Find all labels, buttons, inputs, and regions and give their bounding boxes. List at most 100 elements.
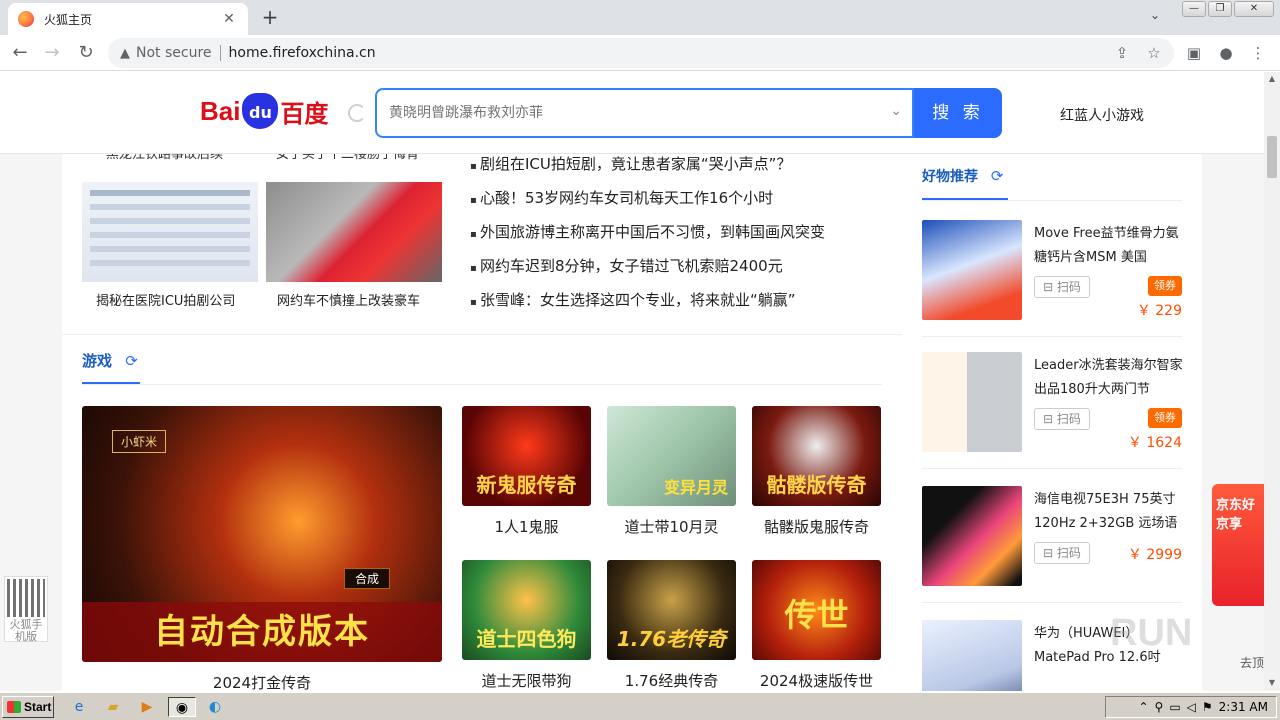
featured-game-caption[interactable]: 2024打金传奇 [82, 672, 442, 691]
back-arrow-icon[interactable]: ← [8, 41, 32, 65]
coupon-badge[interactable]: 领券 [1148, 276, 1182, 296]
bookmark-star-icon[interactable]: ☆ [1142, 41, 1166, 65]
edge-icon[interactable]: ◐ [204, 697, 226, 717]
search-box[interactable]: ⌄ [375, 88, 914, 138]
product-card[interactable]: Leader冰洗套装海尔智家出品180升大两门节 ⊟ 扫码 领券 ￥ 1624 [922, 352, 1184, 452]
refresh-icon[interactable]: ⟳ [991, 167, 1004, 185]
scan-qr-button[interactable]: ⊟ 扫码 [1034, 408, 1090, 430]
game-thumb[interactable]: 骷髅版传奇 [752, 406, 881, 506]
game-badge: 小虾米 [112, 430, 167, 453]
coupon-badge[interactable]: 领券 [1148, 408, 1182, 428]
scrollbar-thumb[interactable] [1267, 136, 1277, 178]
games-section-title: 游戏 ⟳ [82, 350, 138, 371]
omnibox-divider [219, 45, 221, 61]
mobile-qr-code[interactable]: 火狐手机版 [4, 576, 48, 643]
product-image[interactable] [922, 620, 1022, 691]
headline-item[interactable]: 网约车迟到8分钟，女子错过飞机索赔2400元 [470, 256, 825, 290]
jd-floating-ad[interactable]: 京东好京享 [1212, 484, 1264, 606]
back-to-top-button[interactable]: 去顶 [1240, 654, 1264, 671]
folder-icon[interactable]: ▰ [102, 697, 124, 717]
forward-arrow-icon[interactable]: → [40, 41, 64, 65]
product-name[interactable]: Leader冰洗套装海尔智家出品180升大两门节 [1034, 354, 1184, 402]
recommend-rule [922, 200, 1182, 201]
chevron-up-icon[interactable]: ⌃ [1138, 700, 1148, 714]
ie-icon[interactable]: e [68, 697, 90, 717]
address-bar[interactable]: ▲ Not secure home.firefoxchina.cn ⇪ ☆ [108, 38, 1174, 68]
product-divider [922, 602, 1182, 603]
game-caption[interactable]: 1.76经典传奇 [607, 670, 736, 691]
news-image-icu[interactable] [82, 182, 258, 282]
recommend-title: 好物推荐 ⟳ [922, 166, 1003, 186]
flag-icon[interactable]: ⚑ [1202, 700, 1213, 714]
scan-qr-button[interactable]: ⊟ 扫码 [1034, 276, 1090, 298]
product-card[interactable]: 海信电视75E3H 75英寸 120Hz 2+32GB 远场语 ⊟ 扫码 ￥ 2… [922, 486, 1184, 586]
search-input[interactable] [389, 105, 859, 121]
browser-menu-icon[interactable]: ⋮ [1246, 41, 1270, 65]
media-player-icon[interactable]: ▶ [136, 697, 158, 717]
product-name[interactable]: Move Free益节维骨力氨糖钙片含MSM 美国 [1034, 222, 1184, 270]
logo-bai: Bai [200, 95, 241, 126]
headline-item[interactable]: 剧组在ICU拍短剧，竟让患者家属“哭小声点”？ [470, 154, 825, 188]
hot-search-link[interactable]: 红蓝人小游戏 [1060, 105, 1144, 125]
headline-item[interactable]: 外国旅游博主称离开中国后不习惯，到韩国画风突变 [470, 222, 825, 256]
featured-game-banner[interactable]: 小虾米 合成 自动合成版本 [82, 406, 442, 662]
baidu-logo[interactable]: Bai du 百度 [200, 88, 328, 134]
page-viewport: Bai du 百度 ⌄ 搜 索 红蓝人小游戏 黑龙江铁路事故后续 女子买了个二楼… [0, 72, 1264, 691]
game-thumb[interactable]: 传世 [752, 560, 881, 660]
game-thumb[interactable]: 新鬼服传奇 [462, 406, 591, 506]
browser-toolbar: ← → ↻ ▲ Not secure home.firefoxchina.cn … [0, 35, 1280, 71]
product-image[interactable] [922, 486, 1022, 586]
maximize-button[interactable]: ❐ [1208, 1, 1232, 17]
search-button[interactable]: 搜 索 [914, 88, 1002, 138]
share-icon[interactable]: ⇪ [1110, 41, 1134, 65]
headline-item[interactable]: 心酸！53岁网约车女司机每天工作16个小时 [470, 188, 825, 222]
scan-qr-button[interactable]: ⊟ 扫码 [1034, 542, 1090, 564]
game-thumb[interactable]: 1.76老传奇 [607, 560, 736, 660]
refresh-icon[interactable]: ⟳ [125, 352, 138, 370]
news-caption[interactable]: 揭秘在医院ICU拍剧公司 [96, 290, 286, 309]
search-header: Bai du 百度 ⌄ 搜 索 红蓝人小游戏 [0, 72, 1264, 154]
product-divider [922, 336, 1182, 337]
game-thumb[interactable]: 道士四色狗 [462, 560, 591, 660]
url-text[interactable]: home.firefoxchina.cn [229, 45, 376, 61]
clock[interactable]: 2:31 AM [1219, 700, 1268, 714]
headline-list: 剧组在ICU拍短剧，竟让患者家属“哭小声点”？ 心酸！53岁网约车女司机每天工作… [470, 154, 825, 324]
product-card[interactable]: Move Free益节维骨力氨糖钙片含MSM 美国 ⊟ 扫码 领券 ￥ 229 [922, 220, 1184, 320]
product-image[interactable] [922, 220, 1022, 320]
game-caption[interactable]: 道士无限带狗 [462, 670, 591, 691]
product-image[interactable] [922, 352, 1022, 452]
profile-avatar-icon[interactable]: ● [1214, 41, 1238, 65]
game-caption[interactable]: 2024极速版传世 [752, 670, 881, 691]
new-tab-button[interactable]: + [258, 5, 282, 29]
security-label[interactable]: Not secure [136, 45, 212, 61]
reload-icon[interactable]: ↻ [74, 41, 98, 65]
tab-active[interactable]: 火狐主页 ✕ [8, 3, 248, 35]
tab-close-icon[interactable]: ✕ [220, 11, 238, 27]
side-panel-icon[interactable]: ▣ [1182, 41, 1206, 65]
tab-search-icon[interactable]: ⌄ [1150, 8, 1160, 22]
chevron-down-icon[interactable]: ⌄ [890, 103, 902, 119]
scroll-down-icon[interactable]: ▼ [1264, 678, 1280, 687]
usb-icon[interactable]: ⚲ [1155, 700, 1164, 714]
chrome-icon[interactable]: ◉ [168, 697, 196, 717]
minimize-button[interactable]: — [1182, 1, 1206, 17]
news-caption[interactable]: 网约车不慎撞上改装豪车 [277, 290, 467, 309]
game-caption[interactable]: 1人1鬼服 [462, 516, 591, 537]
firefox-favicon-icon [18, 11, 34, 27]
volume-icon[interactable]: ◁ [1187, 700, 1196, 714]
start-button[interactable]: Start [2, 696, 54, 718]
headline-item[interactable]: 张雪峰：女生选择这四个专业，将来就业“躺赢” [470, 290, 825, 324]
news-image-car[interactable] [266, 182, 442, 282]
scroll-up-icon[interactable]: ▲ [1264, 74, 1280, 83]
close-window-button[interactable]: ✕ [1234, 1, 1274, 17]
game-caption[interactable]: 骷髅版鬼服传奇 [752, 516, 881, 537]
system-tray: ⌃ ⚲ ▭ ◁ ⚑ 2:31 AM [1105, 696, 1277, 718]
news-caption-cut[interactable]: 女子买了个二楼肠子悔青 [276, 154, 419, 164]
qr-caption: 火狐手机版 [9, 618, 43, 643]
news-caption-cut[interactable]: 黑龙江铁路事故后续 [106, 154, 223, 164]
page-scrollbar[interactable]: ▲ ▼ [1264, 72, 1280, 691]
game-thumb[interactable]: 变异月灵 [607, 406, 736, 506]
network-icon[interactable]: ▭ [1169, 700, 1180, 714]
product-name[interactable]: 海信电视75E3H 75英寸 120Hz 2+32GB 远场语 [1034, 488, 1184, 536]
game-caption[interactable]: 道士带10月灵 [607, 516, 736, 537]
